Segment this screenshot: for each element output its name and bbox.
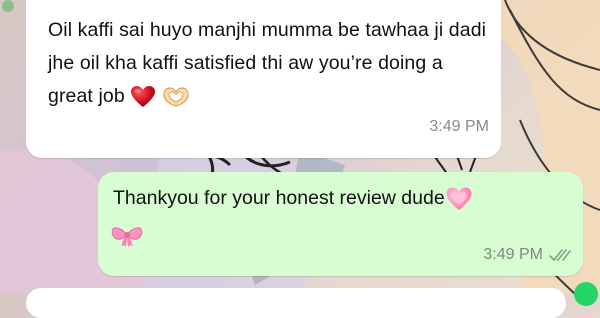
ribbon-bow-icon bbox=[111, 227, 143, 248]
outgoing-message-time: 3:49 PM bbox=[483, 246, 543, 263]
incoming-message-bubble[interactable]: Oil kaffi sai huyo manjhi mumma be tawha… bbox=[26, 0, 501, 158]
online-indicator-icon bbox=[574, 282, 598, 306]
incoming-message-body: Oil kaffi sai huyo manjhi mumma be tawha… bbox=[48, 19, 487, 107]
outgoing-message-meta: 3:49 PM bbox=[483, 246, 571, 264]
incoming-message-text: Oil kaffi sai huyo manjhi mumma be tawha… bbox=[48, 14, 493, 113]
next-message-bubble-partial[interactable] bbox=[26, 288, 566, 318]
double-check-icon bbox=[549, 249, 571, 261]
red-heart-icon bbox=[131, 85, 156, 107]
pink-heart-icon bbox=[446, 187, 472, 210]
incoming-message-time: 3:49 PM bbox=[429, 118, 489, 135]
heart-hands-icon bbox=[163, 87, 189, 107]
outgoing-message-bubble[interactable]: Thankyou for your honest review dude 3:4… bbox=[98, 172, 583, 276]
outgoing-message-body: Thankyou for your honest review dude bbox=[113, 187, 445, 209]
outgoing-message-text: Thankyou for your honest review dude bbox=[113, 185, 473, 212]
outgoing-message-emoji-line bbox=[111, 222, 143, 248]
